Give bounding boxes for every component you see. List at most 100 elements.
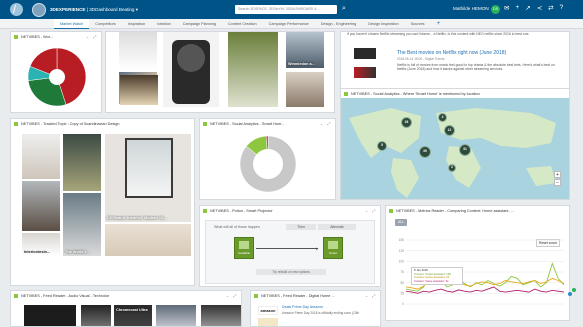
widget-title: NETVIBES - Social Analytics - Where 'Sma… xyxy=(351,91,480,96)
fab-dot[interactable] xyxy=(572,288,576,292)
image-tile-chromecast[interactable]: Chromecast Ultra xyxy=(114,305,152,326)
donut-chart-smart-home xyxy=(239,135,297,193)
image-tile[interactable] xyxy=(156,305,196,326)
box-label: Available xyxy=(237,251,251,255)
top-icons: ✉ + ↗ ≺ ⇄ ? xyxy=(504,4,563,12)
app-title[interactable]: 3DEXPERIENCE | 3DDashboard Beating ▾ xyxy=(50,7,138,13)
widget-header: NETVIBES - Feed Reader - Digital Home ..… xyxy=(251,291,380,300)
image-tile-wimbledon[interactable]: Wimnledon a... xyxy=(286,32,324,68)
image-tile[interactable] xyxy=(81,305,111,326)
widget-header: NETVIBES - Potion - Smart Projector ⌄ ⤢ xyxy=(200,206,380,215)
tab[interactable]: Design - Engineering xyxy=(315,19,362,29)
widget-title: NETVIBES - Feed Reader - Digital Home ..… xyxy=(261,293,335,298)
tab[interactable]: Inspiration xyxy=(122,19,152,29)
map-cluster[interactable]: 12 xyxy=(444,125,455,136)
user-badge[interactable]: DS xyxy=(491,5,500,14)
zoom-in-button[interactable]: + xyxy=(554,171,561,178)
image-tile-diy[interactable]: DIYBeaute fravnhel: Modern #5... xyxy=(105,134,191,222)
feed-thumbnail[interactable] xyxy=(258,318,278,326)
image-tile-room[interactable] xyxy=(228,32,278,107)
broadcast-icon[interactable]: ≺ xyxy=(537,4,542,12)
widget-tools[interactable]: ⌄ ⤢ xyxy=(365,293,377,298)
tooltip-line: Content: Voice assistant: 31 xyxy=(414,278,449,283)
image-tile-speaker[interactable] xyxy=(163,32,219,107)
potion-box-available[interactable]: Available xyxy=(234,237,254,259)
feed-item-title[interactable]: The Best movies on Netflix right now (Ju… xyxy=(397,50,506,56)
fab-dot[interactable] xyxy=(568,292,572,296)
user-name[interactable]: Mathilde HEMON xyxy=(453,6,489,11)
image-tile[interactable] xyxy=(201,305,241,326)
map-cluster[interactable]: 26 xyxy=(401,117,412,128)
tab[interactable]: Market Watch xyxy=(54,18,90,29)
potion-box-smart[interactable]: Smart xyxy=(323,237,343,259)
feed-item-text: Amazon Prime Day 2018 is officially endi… xyxy=(282,311,360,315)
widget-feed-audio: NETVIBES - Feed Reader - Audio Visual - … xyxy=(10,290,242,327)
widget-tools[interactable]: ⌄ ⤢ xyxy=(320,121,332,126)
sync-icon[interactable]: ⇄ xyxy=(548,4,553,12)
compass-logo-icon[interactable] xyxy=(10,3,23,16)
tab-alternate[interactable]: Alternate xyxy=(318,224,356,230)
tab[interactable]: Competitors xyxy=(89,19,121,29)
map-cluster[interactable]: 31 xyxy=(459,144,471,156)
window-frame xyxy=(125,138,173,198)
tab[interactable]: Campaign Performance xyxy=(263,19,315,29)
map-cluster[interactable]: 39 xyxy=(419,146,431,158)
image-tile[interactable] xyxy=(63,134,101,191)
image-tile[interactable] xyxy=(105,224,191,256)
image-tile-interior[interactable]: Interiordesin... xyxy=(22,233,60,256)
widget-color-square xyxy=(14,121,18,126)
image-tile[interactable] xyxy=(119,32,157,70)
image-tile[interactable] xyxy=(286,72,324,107)
widget-color-square xyxy=(14,293,18,298)
tab[interactable]: Design Inspiration xyxy=(362,19,404,29)
map-cluster[interactable]: 2 xyxy=(448,164,456,172)
share-icon[interactable]: ↗ xyxy=(525,4,530,12)
add-icon[interactable]: + xyxy=(515,4,519,12)
tab[interactable]: Sources xyxy=(405,19,431,29)
tab-then[interactable]: Then xyxy=(286,224,316,230)
widget-header: NETVIBES - Social Analytics - Smart Hom.… xyxy=(200,119,335,128)
image-tile[interactable] xyxy=(22,181,60,231)
map-cluster[interactable]: 4 xyxy=(438,113,447,122)
widget-tools[interactable]: ⌄ ⤢ xyxy=(365,208,377,213)
widget-header: NETVIBES - Tracked Topic : Copy of Scand… xyxy=(11,119,194,128)
tab[interactable]: Ideation xyxy=(151,19,177,29)
rebuild-button[interactable]: Try rebuild on new options xyxy=(256,269,326,275)
potion-canvas: What will all of those happen Then Alter… xyxy=(205,220,375,284)
feed-thumbnail[interactable] xyxy=(354,67,376,78)
widget-word-pie: NETVIBES - Wor... ⌄ ⤢ xyxy=(10,31,102,113)
potion-question: What will all of those happen xyxy=(214,225,260,229)
chat-icon[interactable]: ✉ xyxy=(504,4,509,12)
world-map[interactable] xyxy=(341,98,570,200)
widget-title: NETVIBES - Feed Reader - Audio Visual - … xyxy=(21,293,110,298)
image-tile[interactable] xyxy=(22,134,60,179)
y-tick-label: 100 xyxy=(399,260,405,264)
add-tab-button[interactable]: + xyxy=(431,19,447,29)
feed-item-title[interactable]: Deals Prime Day Amazon xyxy=(282,305,323,309)
widget-tools[interactable]: ⌄ ⤢ xyxy=(226,293,238,298)
speaker-lens xyxy=(177,44,205,72)
user-avatar[interactable] xyxy=(32,2,46,17)
tile-caption: DIYBeaute fravnhel: Modern #5... xyxy=(107,216,167,220)
pie-chart-words xyxy=(27,47,87,107)
amazon-logo[interactable]: amazon xyxy=(258,306,278,315)
widget-social-map: NETVIBES - Social Analytics - Where 'Sma… xyxy=(340,88,570,200)
dashboard-name[interactable]: Beating ▾ xyxy=(119,7,138,12)
y-tick-label: 25 xyxy=(400,292,404,296)
tab[interactable]: Campaign Planning xyxy=(177,19,222,29)
map-cluster[interactable]: 5 xyxy=(377,141,387,151)
tile-caption: The World's ... xyxy=(65,250,91,254)
help-icon[interactable]: ? xyxy=(560,4,564,12)
widget-tracked-topic: NETVIBES - Tracked Topic : Copy of Scand… xyxy=(10,118,195,286)
image-tile[interactable] xyxy=(120,75,158,105)
feed-thumbnail[interactable] xyxy=(354,48,376,59)
image-tile[interactable] xyxy=(24,305,76,326)
image-tile-world[interactable]: The World's ... xyxy=(63,193,101,256)
widget-title: NETVIBES - Wor... xyxy=(21,34,53,39)
widget-tools[interactable]: ⌄ ⤢ xyxy=(86,34,98,39)
search-input[interactable]: Search 3DSPACE, 3DSwYM, 3DDASHBOARD & ..… xyxy=(235,5,337,14)
feed-item-text: Netflix is full of movies from manic fee… xyxy=(397,63,555,72)
tag-icon[interactable]: ⌕ xyxy=(342,5,346,13)
zoom-out-button[interactable]: − xyxy=(554,179,561,186)
tab[interactable]: Content Creation xyxy=(222,19,263,29)
